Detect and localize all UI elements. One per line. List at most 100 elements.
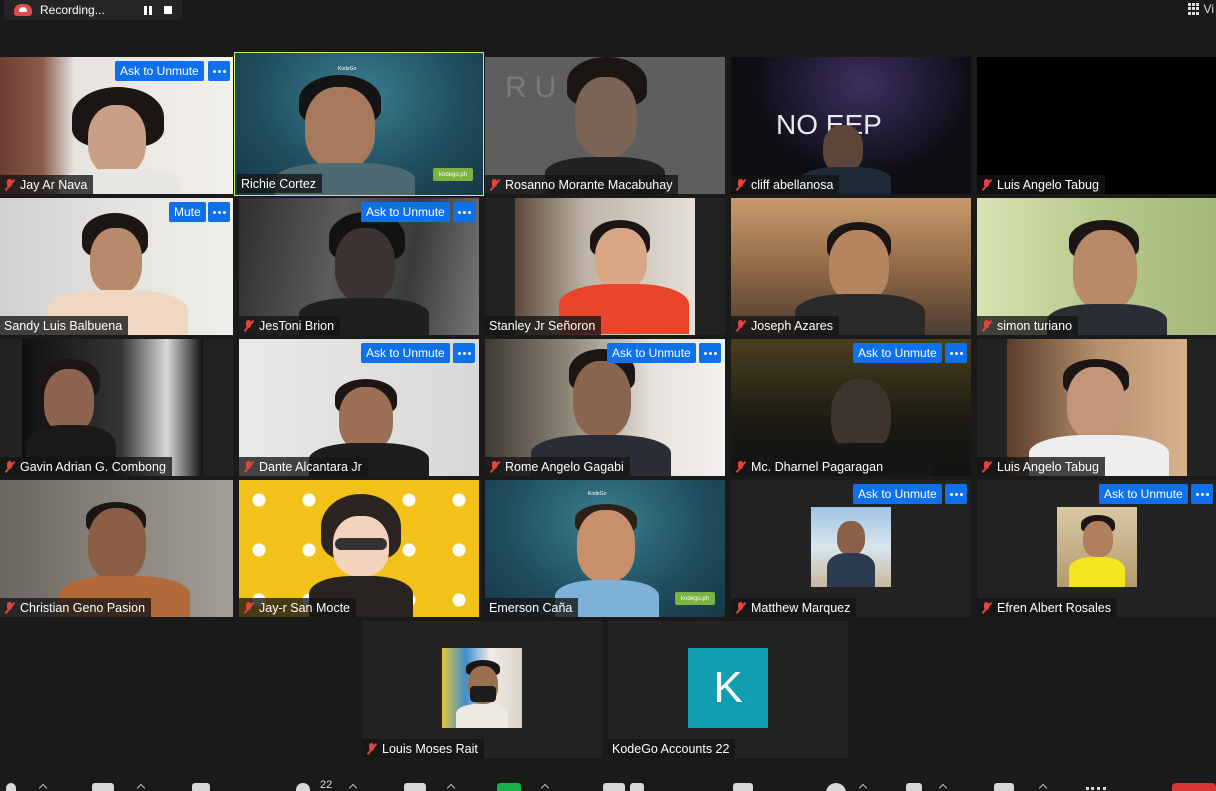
more-options-button[interactable] bbox=[945, 484, 967, 504]
participant-name-bar: Emerson Caña bbox=[485, 598, 579, 617]
apps-options-chevron[interactable] bbox=[938, 783, 948, 791]
view-button[interactable]: Vi bbox=[1187, 0, 1216, 18]
more-options-button[interactable] bbox=[453, 202, 475, 222]
reactions-icon[interactable] bbox=[826, 783, 846, 791]
video-tile[interactable]: Mute Sandy Luis Balbuena bbox=[0, 198, 233, 335]
audio-options-chevron[interactable] bbox=[38, 783, 48, 791]
more-options-button[interactable] bbox=[453, 343, 475, 363]
participant-name: Luis Angelo Tabug bbox=[997, 177, 1099, 192]
security-shield-icon[interactable] bbox=[192, 783, 210, 791]
participant-video bbox=[0, 480, 233, 617]
video-tile[interactable]: KodeGo kodego.ph Emerson Caña bbox=[485, 480, 725, 617]
whiteboards-options-chevron[interactable] bbox=[1038, 783, 1048, 791]
more-options-button[interactable] bbox=[699, 343, 721, 363]
video-tile[interactable]: K KodeGo Accounts 22 bbox=[608, 621, 848, 758]
participant-name-bar: cliff abellanosa bbox=[731, 175, 840, 194]
video-tile[interactable]: Ask to Unmute JesToni Brion bbox=[239, 198, 479, 335]
participant-name: Jay-r San Mocte bbox=[259, 600, 351, 615]
whiteboards-icon[interactable] bbox=[994, 783, 1014, 791]
participant-name: cliff abellanosa bbox=[751, 177, 834, 192]
mute-button[interactable]: Mute bbox=[169, 202, 206, 222]
chat-options-chevron[interactable] bbox=[446, 783, 456, 791]
chat-icon[interactable] bbox=[404, 783, 426, 791]
more-options-button[interactable] bbox=[208, 61, 230, 81]
video-tile[interactable]: simon turiano bbox=[977, 198, 1216, 335]
more-options-button[interactable] bbox=[945, 343, 967, 363]
participant-name: Jay Ar Nava bbox=[20, 177, 88, 192]
video-tile[interactable]: Ask to Unmute Rome Angelo Gagabi bbox=[485, 339, 725, 476]
profile-picture bbox=[442, 648, 522, 728]
participant-name-bar: Richie Cortez bbox=[237, 174, 323, 193]
mic-muted-icon bbox=[735, 178, 746, 191]
mic-muted-icon bbox=[4, 601, 15, 614]
participant-name-bar: Christian Geno Pasion bbox=[0, 598, 152, 617]
participant-name: Efren Albert Rosales bbox=[997, 600, 1111, 615]
video-tile[interactable]: Christian Geno Pasion bbox=[0, 480, 233, 617]
ask-to-unmute-button[interactable]: Ask to Unmute bbox=[361, 202, 450, 222]
mic-muted-icon bbox=[4, 460, 15, 473]
video-tile[interactable]: Ask to Unmute Efren Albert Rosales bbox=[977, 480, 1216, 617]
video-options-chevron[interactable] bbox=[136, 783, 146, 791]
participant-name-bar: Louis Moses Rait bbox=[362, 739, 484, 758]
video-tile[interactable]: Ask to Unmute Dante Alcantara Jr bbox=[239, 339, 479, 476]
participant-name-bar: Sandy Luis Balbuena bbox=[0, 316, 129, 335]
ask-to-unmute-button[interactable]: Ask to Unmute bbox=[853, 484, 942, 504]
mic-muted-icon bbox=[243, 601, 254, 614]
kodego-url-badge: kodego.ph bbox=[433, 168, 473, 181]
mic-muted-icon bbox=[981, 601, 992, 614]
kodego-logo: KodeGo bbox=[588, 491, 607, 497]
ask-to-unmute-button[interactable]: Ask to Unmute bbox=[115, 61, 204, 81]
video-tile[interactable]: Jay-r San Mocte bbox=[239, 480, 479, 617]
stop-recording-button[interactable] bbox=[164, 6, 172, 14]
mic-muted-icon bbox=[981, 460, 992, 473]
participants-icon[interactable] bbox=[296, 783, 310, 791]
mute-microphone-button[interactable] bbox=[6, 783, 16, 791]
participant-name: Rosanno Morante Macabuhay bbox=[505, 177, 673, 192]
participant-name: Emerson Caña bbox=[489, 600, 573, 615]
end-meeting-button[interactable] bbox=[1172, 783, 1216, 791]
video-tile[interactable]: RU NG Rosanno Morante Macabuhay bbox=[485, 57, 725, 194]
video-tile[interactable]: Gavin Adrian G. Combong bbox=[0, 339, 233, 476]
video-tile[interactable]: NO EEP cliff abellanosa bbox=[731, 57, 971, 194]
participants-options-chevron[interactable] bbox=[348, 783, 358, 791]
participant-video bbox=[1007, 339, 1187, 476]
participant-video bbox=[977, 198, 1216, 335]
reactions-options-chevron[interactable] bbox=[858, 783, 868, 791]
more-options-button[interactable] bbox=[1191, 484, 1213, 504]
more-icon[interactable] bbox=[1086, 787, 1106, 791]
video-tile-active-speaker[interactable]: KodeGo kodego.ph Richie Cortez bbox=[234, 52, 484, 196]
breakout-rooms-icon[interactable] bbox=[733, 783, 753, 791]
stop-recording-toolbar-button[interactable] bbox=[630, 783, 644, 791]
ask-to-unmute-button[interactable]: Ask to Unmute bbox=[607, 343, 696, 363]
mic-muted-icon bbox=[243, 460, 254, 473]
video-tile[interactable]: Joseph Azares bbox=[731, 198, 971, 335]
participant-name-bar: Luis Angelo Tabug bbox=[977, 175, 1105, 194]
meeting-toolbar: 22 bbox=[0, 777, 1216, 791]
ask-to-unmute-button[interactable]: Ask to Unmute bbox=[853, 343, 942, 363]
video-tile[interactable]: Louis Moses Rait bbox=[362, 621, 602, 758]
pause-recording-button[interactable] bbox=[144, 5, 152, 15]
video-tile[interactable]: Ask to Unmute Mc. Dharnel Pagaragan bbox=[731, 339, 971, 476]
video-tile[interactable]: Ask to Unmute Matthew Marquez bbox=[731, 480, 971, 617]
video-tile[interactable]: Stanley Jr Señoron bbox=[485, 198, 725, 335]
apps-icon[interactable] bbox=[906, 783, 922, 791]
video-camera-button[interactable] bbox=[92, 783, 114, 791]
participant-name-bar: Dante Alcantara Jr bbox=[239, 457, 368, 476]
participant-name: Joseph Azares bbox=[751, 318, 833, 333]
ask-to-unmute-button[interactable]: Ask to Unmute bbox=[1099, 484, 1188, 504]
profile-picture bbox=[1057, 507, 1137, 587]
participant-name-bar: JesToni Brion bbox=[239, 316, 341, 335]
pause-recording-toolbar-button[interactable] bbox=[603, 783, 625, 791]
share-screen-button[interactable] bbox=[497, 783, 521, 791]
video-tile[interactable]: Ask to Unmute Jay Ar Nava bbox=[0, 57, 233, 194]
participant-video: KodeGo kodego.ph bbox=[485, 480, 725, 617]
mic-muted-icon bbox=[243, 319, 254, 332]
share-options-chevron[interactable] bbox=[540, 783, 550, 791]
participant-name-bar: simon turiano bbox=[977, 316, 1079, 335]
ask-to-unmute-button[interactable]: Ask to Unmute bbox=[361, 343, 450, 363]
participant-name-bar: Jay-r San Mocte bbox=[239, 598, 357, 617]
more-options-button[interactable] bbox=[208, 202, 230, 222]
video-tile[interactable]: Luis Angelo Tabug bbox=[977, 57, 1216, 194]
participant-name: JesToni Brion bbox=[259, 318, 335, 333]
video-tile[interactable]: Luis Angelo Tabug bbox=[977, 339, 1216, 476]
